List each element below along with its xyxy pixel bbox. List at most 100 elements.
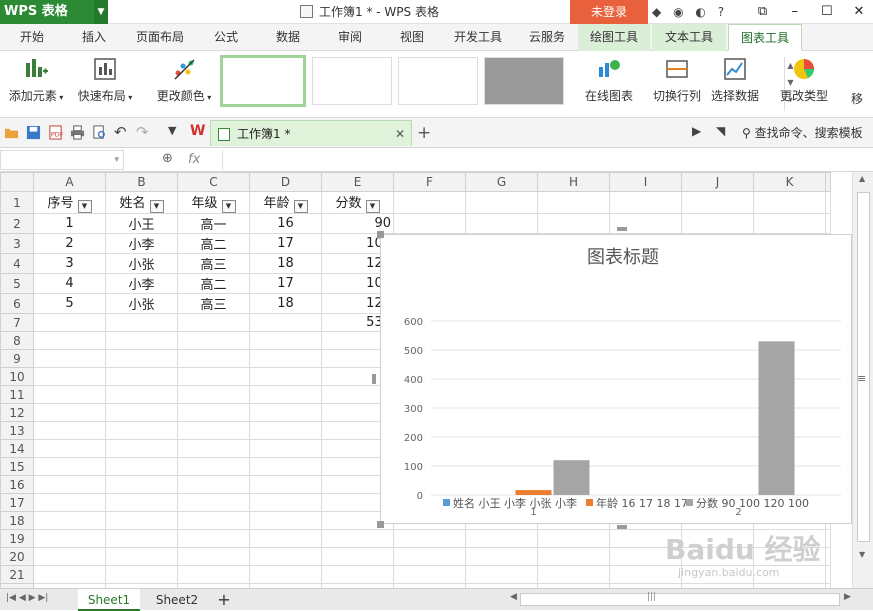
- row-header[interactable]: 13: [0, 421, 34, 440]
- fx-icon[interactable]: fx: [188, 148, 200, 172]
- column-header[interactable]: I: [609, 172, 682, 192]
- cloud-icon[interactable]: ◉: [673, 5, 683, 19]
- restore-icon[interactable]: ⧉: [749, 0, 777, 24]
- minimize-icon[interactable]: –: [781, 0, 809, 24]
- tab-developer[interactable]: 开发工具: [446, 24, 510, 51]
- cell[interactable]: [825, 565, 831, 584]
- cell[interactable]: [105, 349, 178, 368]
- cell[interactable]: [465, 565, 538, 584]
- column-header[interactable]: J: [681, 172, 754, 192]
- cell[interactable]: [33, 547, 106, 566]
- cell[interactable]: [177, 403, 250, 422]
- hscroll-left-icon[interactable]: ◀: [510, 592, 517, 602]
- cell[interactable]: 高一: [177, 213, 250, 234]
- row-header[interactable]: 12: [0, 403, 34, 422]
- customize-dropdown-icon[interactable]: ▼: [168, 124, 183, 139]
- cell[interactable]: [753, 213, 826, 234]
- cell[interactable]: [681, 213, 754, 234]
- cell[interactable]: [681, 565, 754, 584]
- cell[interactable]: [249, 493, 322, 512]
- cell[interactable]: [33, 313, 106, 332]
- redo-icon[interactable]: ↷: [136, 123, 151, 141]
- video-icon[interactable]: ▶: [692, 124, 707, 139]
- cell[interactable]: [465, 213, 538, 234]
- cell[interactable]: [465, 191, 538, 214]
- cell[interactable]: 分数 ▼: [321, 191, 394, 214]
- row-header[interactable]: 20: [0, 547, 34, 566]
- row-header[interactable]: 19: [0, 529, 34, 548]
- help-icon[interactable]: ?: [718, 5, 724, 19]
- command-search[interactable]: ⚲ 查找命令、搜索模板: [742, 118, 863, 148]
- zoom-icon[interactable]: ⊕: [162, 151, 173, 166]
- cell[interactable]: [105, 313, 178, 332]
- cell[interactable]: [177, 565, 250, 584]
- tab-drawing-tools[interactable]: 绘图工具: [578, 24, 650, 51]
- cell[interactable]: [105, 547, 178, 566]
- row-header[interactable]: 15: [0, 457, 34, 476]
- cell[interactable]: [33, 475, 106, 494]
- cell[interactable]: [393, 529, 466, 548]
- row-header[interactable]: 6: [0, 293, 34, 314]
- cell[interactable]: 高三: [177, 253, 250, 274]
- cell[interactable]: [609, 565, 682, 584]
- cell[interactable]: [537, 565, 610, 584]
- add-element-button[interactable]: 添加元素 ▾: [6, 57, 66, 104]
- close-tab-icon[interactable]: ✕: [395, 121, 405, 147]
- cell[interactable]: [177, 349, 250, 368]
- tab-text-tools[interactable]: 文本工具: [652, 24, 726, 51]
- undo-icon[interactable]: ↶: [114, 123, 129, 141]
- cell[interactable]: [321, 547, 394, 566]
- cell[interactable]: [33, 493, 106, 512]
- cell[interactable]: [609, 191, 682, 214]
- new-tab-button[interactable]: +: [417, 118, 431, 148]
- select-all-corner[interactable]: [0, 172, 34, 192]
- cell[interactable]: 高二: [177, 273, 250, 294]
- row-header[interactable]: 1: [0, 191, 34, 214]
- cell[interactable]: [33, 367, 106, 386]
- cell[interactable]: [393, 191, 466, 214]
- chart-bar[interactable]: [758, 341, 795, 495]
- cell[interactable]: 16: [249, 213, 322, 234]
- chart-area[interactable]: 图表标题 0 100 200 300 400 500 600 1 2 姓名 小王 小李 小张 小…: [380, 234, 852, 524]
- column-header[interactable]: D: [249, 172, 322, 192]
- cell[interactable]: [753, 191, 826, 214]
- tab-start[interactable]: 开始: [8, 24, 56, 51]
- share-icon[interactable]: ◐: [695, 5, 705, 19]
- sheet-tab-1[interactable]: Sheet1: [78, 589, 140, 611]
- cell[interactable]: [105, 511, 178, 530]
- cell[interactable]: [177, 475, 250, 494]
- row-header[interactable]: 5: [0, 273, 34, 294]
- tab-cloud[interactable]: 云服务: [518, 24, 576, 51]
- quick-layout-button[interactable]: 快速布局 ▾: [74, 57, 136, 104]
- cell[interactable]: 4: [33, 273, 106, 294]
- skin-icon[interactable]: ◆: [652, 5, 661, 19]
- chevron-down-icon[interactable]: ▼: [94, 0, 108, 24]
- cell[interactable]: [105, 457, 178, 476]
- cell[interactable]: [393, 565, 466, 584]
- sheet-nav-icons[interactable]: |◀ ◀ ▶ ▶|: [6, 593, 48, 603]
- close-icon[interactable]: ✕: [845, 0, 873, 24]
- cell[interactable]: [177, 457, 250, 476]
- cell[interactable]: [393, 547, 466, 566]
- cell[interactable]: [537, 213, 610, 234]
- cell[interactable]: [249, 403, 322, 422]
- tab-insert[interactable]: 插入: [68, 24, 120, 51]
- row-header[interactable]: 2: [0, 213, 34, 234]
- cell[interactable]: [177, 529, 250, 548]
- cell[interactable]: [681, 529, 754, 548]
- cell[interactable]: [105, 565, 178, 584]
- column-header[interactable]: E: [321, 172, 394, 192]
- cell[interactable]: [249, 475, 322, 494]
- wps-w-icon[interactable]: W: [190, 123, 205, 139]
- cell[interactable]: [465, 547, 538, 566]
- cell[interactable]: [249, 313, 322, 332]
- row-header[interactable]: 11: [0, 385, 34, 404]
- filter-dropdown-icon[interactable]: ▼: [293, 200, 308, 213]
- tab-data[interactable]: 数据: [262, 24, 314, 51]
- print-preview-icon[interactable]: [92, 125, 107, 140]
- row-header[interactable]: 17: [0, 493, 34, 512]
- add-sheet-button[interactable]: +: [212, 589, 236, 611]
- cell[interactable]: 2: [33, 233, 106, 254]
- change-color-button[interactable]: 更改颜色 ▾: [152, 57, 216, 104]
- cell[interactable]: [177, 421, 250, 440]
